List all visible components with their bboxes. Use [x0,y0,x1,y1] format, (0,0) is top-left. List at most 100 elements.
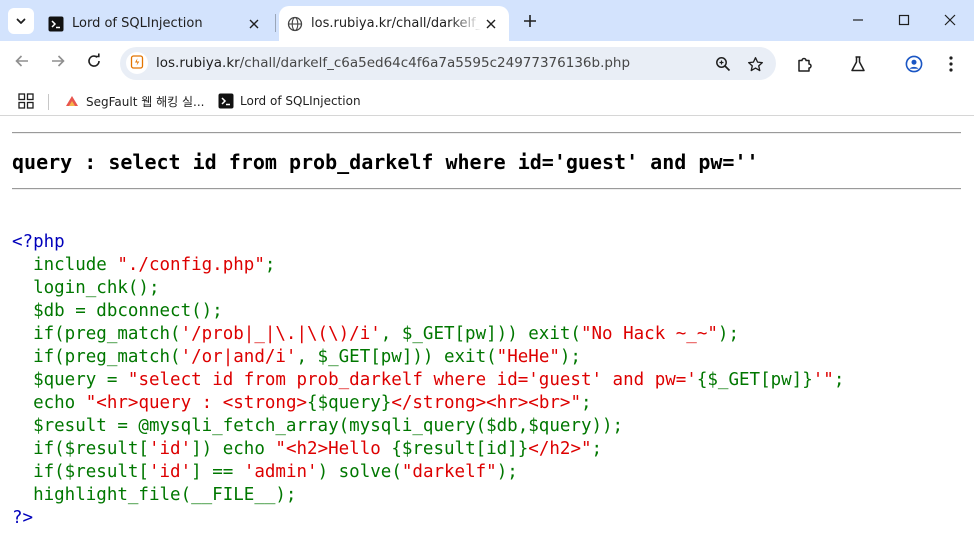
code-line: highlight_file(__FILE__); [12,484,844,507]
chevron-down-icon [15,12,27,31]
code-line: if($result['id']) echo "<h2>Hello {$resu… [12,438,844,461]
code-token: {$query} [307,393,392,413]
bookmark-segfault[interactable]: SegFault 웹 해킹 실... [64,92,204,110]
tab-strip: Lord of SQLInjection los.rubiya.kr/chall… [0,0,974,41]
php-source-code: <?php include "./config.php"; login_chk(… [12,231,844,530]
code-token: $db = dbconnect(); [12,301,223,321]
profile-avatar-icon[interactable] [901,51,927,77]
code-token: ) solve( [317,462,402,482]
code-token: </h2>" [528,439,592,459]
code-token: {$_GET[pw]} [696,370,813,390]
code-token: '/prob|_|\.|\(\)/i' [180,324,381,344]
code-token: ?> [12,508,34,528]
code-token: ]) echo [191,439,276,459]
horizontal-rule-bottom [12,188,961,190]
code-token: {$result[id]} [391,439,529,459]
code-token: ; [580,393,592,413]
apps-grid-icon[interactable] [18,93,34,109]
tab-title: Lord of SQLInjection [72,16,203,31]
code-line: $result = @mysqli_fetch_array(mysqli_que… [12,415,844,438]
terminal-icon [48,16,64,32]
code-token: ; [591,439,603,459]
extensions-icon[interactable] [792,51,818,77]
code-token: "HeHe" [496,347,560,367]
code-token: , $_GET[pw])) exit( [296,347,497,367]
labs-flask-icon[interactable] [845,51,871,77]
close-window-button[interactable] [927,0,972,41]
code-line: echo "<hr>query : <strong>{$query}</stro… [12,392,844,415]
code-token: '" [812,370,834,390]
globe-icon [287,16,303,32]
code-line: $db = dbconnect(); [12,300,844,323]
zoom-icon[interactable] [712,53,734,75]
bookmark-label: Lord of SQLInjection [240,94,361,108]
code-token: $query = [12,370,128,390]
code-token: "<hr>query : <strong> [85,393,308,413]
url-host: los.rubiya.kr [156,55,240,71]
url-path: /chall/darkelf_c6a5ed64c4f6a7a5595c24977… [239,55,631,71]
plus-icon [523,13,537,32]
code-token: if($result[ [12,439,149,459]
maximize-button[interactable] [881,0,926,41]
bookmarks-separator [48,94,49,110]
code-line: if(preg_match('/prob|_|\.|\(\)/i', $_GET… [12,323,844,346]
code-token: if($result[ [12,462,149,482]
code-token: ; [264,255,276,275]
code-token: , $_GET[pw])) exit( [380,324,581,344]
bookmark-lord-of-sqlinjection[interactable]: Lord of SQLInjection [218,92,361,110]
code-token: "select id from prob_darkelf where id='g… [127,370,697,390]
code-token: ; [833,370,845,390]
code-token: ); [496,462,518,482]
terminal-icon [218,93,234,109]
tab-title: los.rubiya.kr/chall/darkelf_c6a5 [311,16,481,31]
tab-lord-of-sqlinjection[interactable]: Lord of SQLInjection [42,6,272,41]
bookmark-star-icon[interactable] [744,53,766,75]
site-info-button[interactable] [126,52,148,74]
code-token: if(preg_match( [12,324,181,344]
segfault-logo-icon [64,93,80,109]
code-token: "darkelf" [401,462,497,482]
browser-toolbar: los.rubiya.kr/chall/darkelf_c6a5ed64c4f6… [0,41,974,86]
arrow-left-icon [14,53,30,73]
code-token: </strong><hr><br>" [391,393,581,413]
minimize-button[interactable] [835,0,880,41]
code-token: ); [559,347,581,367]
menu-kebab-icon[interactable] [938,51,964,77]
page-content: query : select id from prob_darkelf wher… [0,117,974,539]
forward-button[interactable] [45,50,71,76]
code-line: ?> [12,507,844,530]
address-bar[interactable]: los.rubiya.kr/chall/darkelf_c6a5ed64c4f6… [120,47,776,80]
code-token: $result = @mysqli_fetch_array(mysqli_que… [12,416,624,436]
back-button[interactable] [9,50,35,76]
code-token: highlight_file(__FILE__); [12,485,297,505]
code-token: include [12,255,118,275]
code-token: 'admin' [243,462,318,482]
code-line: include "./config.php"; [12,254,844,277]
tab-separator [275,14,276,32]
code-line: if(preg_match('/or|and/i', $_GET[pw])) e… [12,346,844,369]
code-token: "./config.php" [117,255,265,275]
code-line: <?php [12,231,844,254]
code-token: echo [12,393,86,413]
bookmark-label: SegFault 웹 해킹 실... [86,94,205,109]
code-token: ] == [191,462,244,482]
tab-search-button[interactable] [8,8,34,34]
code-token: 'id' [148,439,192,459]
tab-darkelf[interactable]: los.rubiya.kr/chall/darkelf_c6a5 [279,6,509,41]
new-tab-button[interactable] [518,10,542,34]
query-text: query : select id from prob_darkelf wher… [12,150,759,174]
arrow-right-icon [50,53,66,73]
code-token: '/or|and/i' [180,347,297,367]
reload-button[interactable] [81,50,107,76]
url-text[interactable]: los.rubiya.kr/chall/darkelf_c6a5ed64c4f6… [156,55,630,71]
code-line: if($result['id'] == 'admin') solve("dark… [12,461,844,484]
reload-icon [86,53,102,73]
code-token: ); [717,324,739,344]
horizontal-rule-top [12,132,961,134]
code-token: if(preg_match( [12,347,181,367]
close-icon[interactable] [481,14,501,34]
close-icon[interactable] [244,14,264,34]
bookmarks-bar: SegFault 웹 해킹 실... Lord of SQLInjection [0,86,974,116]
code-token: 'id' [148,462,192,482]
minimize-icon [852,11,864,30]
